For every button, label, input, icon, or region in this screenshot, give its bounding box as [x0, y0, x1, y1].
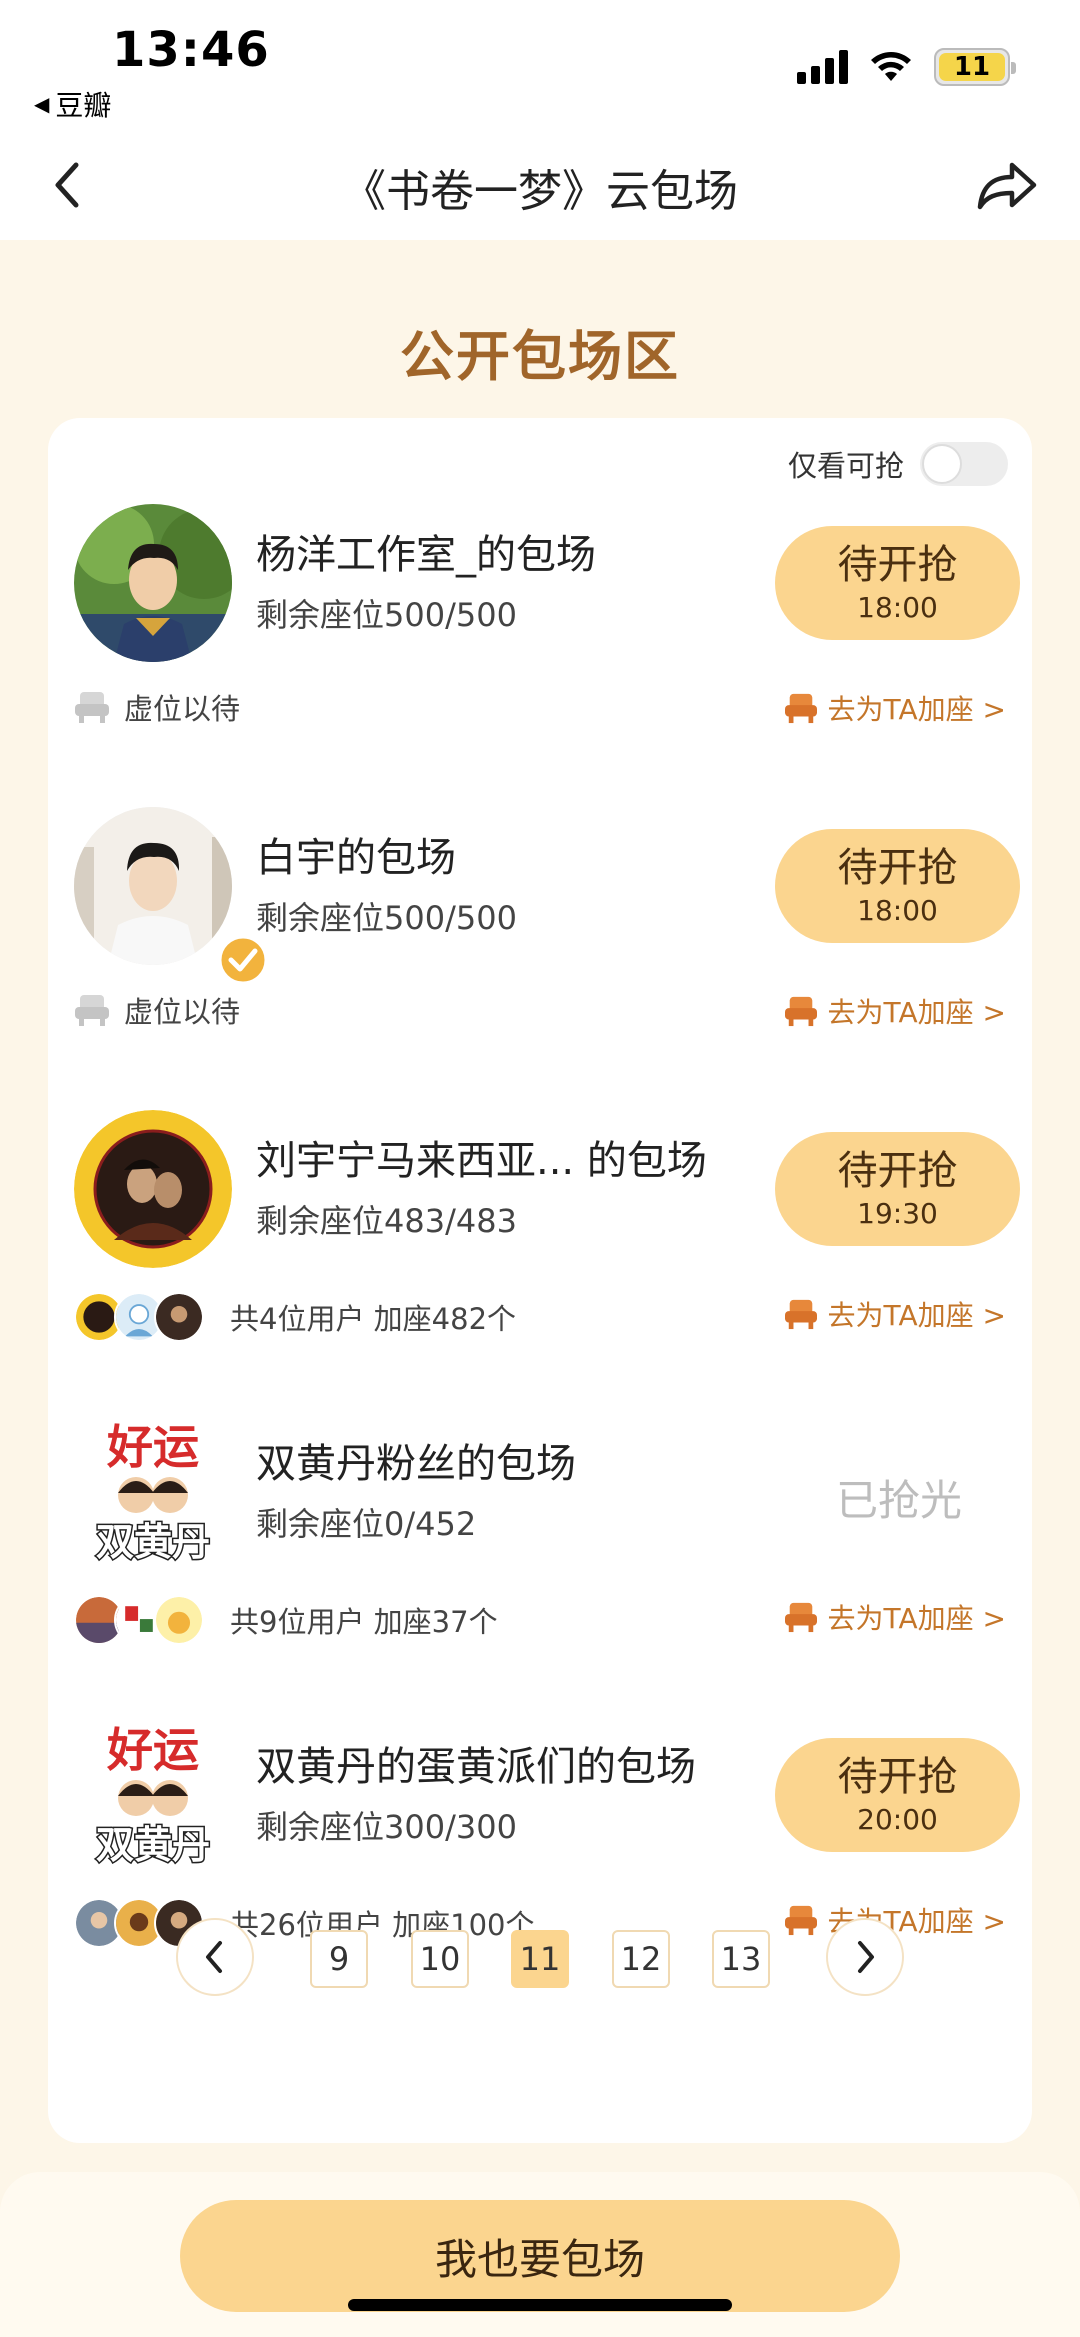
wifi-icon	[871, 52, 911, 81]
status-button-time: 20:00	[857, 1802, 938, 1836]
seat-icon	[784, 1299, 817, 1330]
list-item[interactable]: 刘宇宁马来西亚... 的包场 剩余座位483/483 待开抢 19:30 共4位…	[48, 1024, 1032, 1342]
status-button-label: 待开抢	[837, 1147, 958, 1194]
item-title: 刘宇宁马来西亚... 的包场	[256, 1138, 707, 1184]
logo-bottom-text: 双黄丹	[96, 1520, 210, 1564]
item-seats: 剩余座位300/300	[256, 1808, 517, 1846]
status-bar: 13:46 ◀ 豆瓣 11	[0, 0, 1080, 135]
nav-bar: 《书卷一梦》云包场	[0, 135, 1080, 240]
page-number[interactable]: 9	[310, 1930, 368, 1988]
status-button[interactable]: 待开抢 18:00	[775, 829, 1020, 943]
page-number[interactable]: 10	[411, 1930, 469, 1988]
page-number-current[interactable]: 11	[511, 1930, 569, 1988]
status-button[interactable]: 待开抢 18:00	[775, 526, 1020, 640]
status-button-time: 19:30	[857, 1196, 938, 1230]
item-seats: 剩余座位500/500	[256, 899, 517, 937]
list-item[interactable]: 白宇的包场 剩余座位500/500 待开抢 18:00 虚位以待 去为TA加座 …	[48, 721, 1032, 1029]
status-button-label: 待开抢	[837, 844, 958, 891]
list-item[interactable]: 好运 双黄丹 双黄丹粉丝的包场 剩余座位0/452 已抢光 共9位用户 加座37…	[48, 1327, 1032, 1645]
home-indicator[interactable]	[348, 2299, 732, 2311]
item-title: 双黄丹的蛋黄派们的包场	[256, 1744, 696, 1790]
list-item[interactable]: 杨洋工作室_的包场 剩余座位500/500 待开抢 18:00 虚位以待 去为T…	[48, 418, 1032, 726]
seat-icon	[784, 996, 817, 1027]
item-seats: 剩余座位483/483	[256, 1202, 517, 1240]
back-triangle-icon: ◀	[34, 92, 50, 116]
create-booking-button[interactable]: 我也要包场	[180, 2200, 900, 2312]
avatar	[74, 504, 232, 662]
status-time: 13:46	[112, 22, 270, 78]
seat-icon	[784, 693, 817, 724]
signal-icon	[797, 50, 848, 84]
verified-badge-icon	[218, 935, 268, 985]
list-item[interactable]: 好运 双黄丹 双黄丹的蛋黄派们的包场 剩余座位300/300 待开抢 20:00…	[48, 1630, 1032, 1948]
item-title: 白宇的包场	[256, 835, 456, 881]
system-icons: 11	[797, 48, 1016, 86]
prev-page-button[interactable]	[176, 1918, 254, 1996]
page-title: 《书卷一梦》云包场	[342, 166, 738, 217]
status-button-time: 18:00	[857, 893, 938, 927]
item-seats: 剩余座位500/500	[256, 596, 517, 634]
share-icon[interactable]	[974, 155, 1040, 215]
empty-seat-icon	[75, 692, 109, 723]
logo-top-text: 好运	[106, 1420, 199, 1474]
status-button[interactable]: 待开抢 20:00	[775, 1738, 1020, 1852]
avatar: 好运 双黄丹	[74, 1716, 232, 1874]
next-page-button[interactable]	[826, 1918, 904, 1996]
avatar	[74, 807, 232, 965]
item-title: 杨洋工作室_的包场	[256, 532, 596, 578]
page-number[interactable]: 12	[612, 1930, 670, 1988]
section-title: 公开包场区	[400, 325, 680, 388]
item-seats: 剩余座位0/452	[256, 1505, 477, 1543]
logo-bottom-text: 双黄丹	[96, 1823, 210, 1867]
chevron-right-icon	[858, 1941, 874, 1973]
back-to-app[interactable]: ◀ 豆瓣	[34, 84, 111, 124]
seat-icon	[784, 1602, 817, 1633]
battery-level: 11	[939, 52, 1005, 82]
back-app-label: 豆瓣	[55, 89, 112, 122]
item-title: 双黄丹粉丝的包场	[256, 1441, 576, 1487]
empty-seat-icon	[75, 995, 109, 1026]
chevron-left-icon	[206, 1941, 222, 1973]
pagination: 9 10 11 12 13	[48, 1912, 1032, 2002]
status-button-label: 待开抢	[837, 1753, 958, 1800]
status-button-label: 待开抢	[837, 541, 958, 588]
avatar: 好运 双黄丹	[74, 1413, 232, 1571]
bottom-action-bar: 我也要包场	[0, 2172, 1080, 2337]
logo-top-text: 好运	[106, 1723, 199, 1777]
status-button[interactable]: 待开抢 19:30	[775, 1132, 1020, 1246]
battery-icon: 11	[934, 48, 1016, 86]
status-button-time: 18:00	[857, 590, 938, 624]
sold-out-label: 已抢光	[835, 1476, 962, 1525]
avatar	[74, 1110, 232, 1268]
page-number[interactable]: 13	[712, 1930, 770, 1988]
booking-list-card: 仅看可抢 杨洋工作室_的包场 剩余座位500/500 待开抢 18:00 虚位以…	[48, 418, 1032, 2143]
